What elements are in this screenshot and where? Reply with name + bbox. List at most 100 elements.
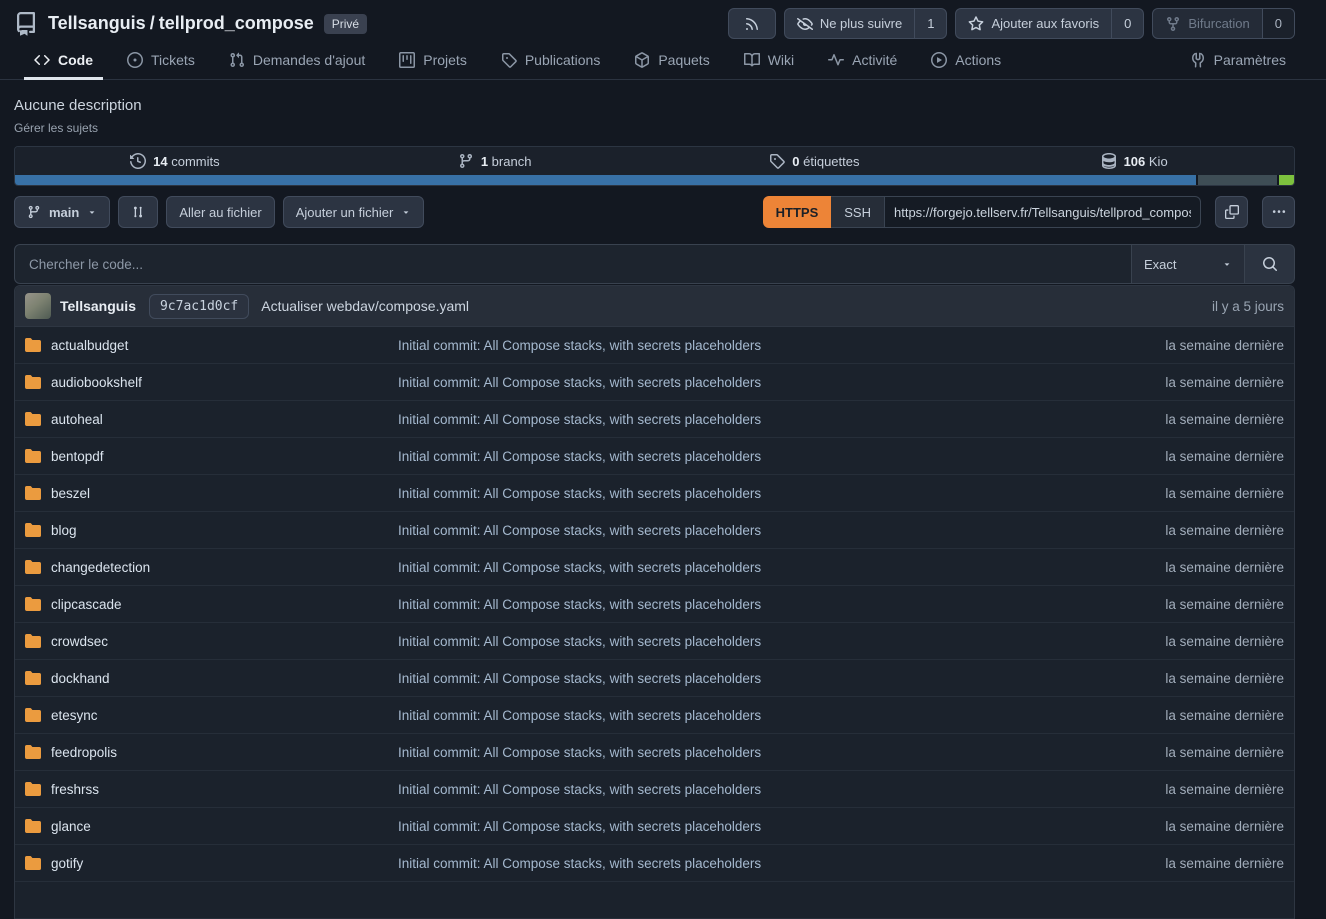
fork-button[interactable]: Bifurcation: [1153, 9, 1261, 38]
database-icon: [1101, 153, 1117, 169]
language-bar[interactable]: [15, 175, 1294, 185]
file-name-link[interactable]: audiobookshelf: [51, 375, 142, 390]
commits-label: commits: [171, 154, 219, 169]
folder-icon: [25, 781, 41, 797]
tab-code-label: Code: [58, 52, 93, 68]
file-toolbar: main Aller au fichier Ajouter un fichier…: [14, 196, 1295, 228]
file-commit-message-link[interactable]: Initial commit: All Compose stacks, with…: [398, 560, 1114, 575]
file-date: la semaine dernière: [1114, 449, 1284, 464]
file-date: la semaine dernière: [1114, 523, 1284, 538]
copy-url-button[interactable]: [1215, 196, 1248, 228]
file-commit-message-link[interactable]: Initial commit: All Compose stacks, with…: [398, 856, 1114, 871]
file-commit-message-link[interactable]: Initial commit: All Compose stacks, with…: [398, 634, 1114, 649]
branch-icon: [458, 153, 474, 169]
table-row: autoheal Initial commit: All Compose sta…: [15, 401, 1294, 438]
file-name-cell: bentopdf: [25, 448, 398, 464]
file-name-link[interactable]: crowdsec: [51, 634, 108, 649]
file-commit-message-link[interactable]: Initial commit: All Compose stacks, with…: [398, 745, 1114, 760]
avatar[interactable]: [25, 293, 51, 319]
rss-button[interactable]: [728, 8, 776, 39]
folder-icon: [25, 448, 41, 464]
file-name-cell: etesync: [25, 707, 398, 723]
file-name-link[interactable]: autoheal: [51, 412, 103, 427]
commit-sha-link[interactable]: 9c7ac1d0cf: [149, 294, 249, 319]
search-mode-select[interactable]: Exact: [1132, 244, 1245, 284]
file-commit-message-link[interactable]: Initial commit: All Compose stacks, with…: [398, 338, 1114, 353]
stat-tags[interactable]: 0 étiquettes: [655, 153, 975, 169]
table-row: changedetection Initial commit: All Comp…: [15, 549, 1294, 586]
chevron-down-icon: [87, 207, 97, 217]
language-segment-primary[interactable]: [15, 175, 1196, 185]
file-name-link[interactable]: feedropolis: [51, 745, 117, 760]
compare-button[interactable]: [118, 196, 158, 228]
repo-name-link[interactable]: tellprod_compose: [159, 13, 314, 33]
search-submit-button[interactable]: [1245, 244, 1295, 284]
stars-count[interactable]: 0: [1111, 9, 1143, 38]
forks-count[interactable]: 0: [1262, 9, 1294, 38]
file-name-link[interactable]: actualbudget: [51, 338, 128, 353]
commit-message-link[interactable]: Actualiser webdav/compose.yaml: [261, 298, 469, 314]
tab-packages[interactable]: Paquets: [624, 40, 719, 79]
tab-issues[interactable]: Tickets: [117, 40, 205, 79]
file-name-link[interactable]: gotify: [51, 856, 83, 871]
language-segment-tertiary[interactable]: [1279, 175, 1294, 185]
file-commit-message-link[interactable]: Initial commit: All Compose stacks, with…: [398, 708, 1114, 723]
clone-url-input[interactable]: [885, 196, 1201, 228]
tab-pull-requests[interactable]: Demandes d'ajout: [219, 40, 375, 79]
more-options-button[interactable]: [1262, 196, 1295, 228]
watch-button-group: Ne plus suivre 1: [784, 8, 948, 39]
file-commit-message-link[interactable]: Initial commit: All Compose stacks, with…: [398, 523, 1114, 538]
tab-activity-label: Activité: [852, 52, 897, 68]
branch-selector[interactable]: main: [14, 196, 110, 228]
tab-wiki[interactable]: Wiki: [734, 40, 804, 79]
watchers-count[interactable]: 1: [914, 9, 946, 38]
tab-settings[interactable]: Paramètres: [1180, 40, 1296, 79]
file-commit-message-link[interactable]: Initial commit: All Compose stacks, with…: [398, 449, 1114, 464]
ssh-toggle-button[interactable]: SSH: [831, 196, 885, 228]
file-name-link[interactable]: etesync: [51, 708, 98, 723]
file-name-link[interactable]: clipcascade: [51, 597, 122, 612]
tab-code[interactable]: Code: [24, 40, 103, 79]
tab-wiki-label: Wiki: [768, 52, 794, 68]
tab-activity[interactable]: Activité: [818, 40, 907, 79]
file-commit-message-link[interactable]: Initial commit: All Compose stacks, with…: [398, 819, 1114, 834]
tab-actions[interactable]: Actions: [921, 40, 1011, 79]
https-toggle-button[interactable]: HTTPS: [763, 196, 832, 228]
stat-commits[interactable]: 14 commits: [15, 153, 335, 169]
stat-size[interactable]: 106 Kio: [974, 153, 1294, 169]
manage-topics-link[interactable]: Gérer les sujets: [14, 121, 1295, 135]
file-name-link[interactable]: bentopdf: [51, 449, 104, 464]
file-name-link[interactable]: glance: [51, 819, 91, 834]
repo-header: Tellsanguis/tellprod_compose Privé Ne pl…: [14, 0, 1295, 34]
folder-icon: [25, 744, 41, 760]
file-name-link[interactable]: beszel: [51, 486, 90, 501]
file-commit-message-link[interactable]: Initial commit: All Compose stacks, with…: [398, 412, 1114, 427]
tab-releases[interactable]: Publications: [491, 40, 611, 79]
file-name-link[interactable]: freshrss: [51, 782, 99, 797]
goto-file-button[interactable]: Aller au fichier: [166, 196, 274, 228]
tab-pull-requests-label: Demandes d'ajout: [253, 52, 365, 68]
language-segment-secondary[interactable]: [1198, 175, 1277, 185]
star-button[interactable]: Ajouter aux favoris: [956, 9, 1111, 38]
star-label: Ajouter aux favoris: [991, 16, 1099, 31]
file-name-cell: blog: [25, 522, 398, 538]
code-search-input[interactable]: [14, 244, 1132, 284]
file-date: la semaine dernière: [1114, 597, 1284, 612]
folder-icon: [25, 337, 41, 353]
repo-owner-link[interactable]: Tellsanguis: [48, 13, 146, 33]
stat-branches[interactable]: 1 branch: [335, 153, 655, 169]
file-name-link[interactable]: dockhand: [51, 671, 110, 686]
tab-projects[interactable]: Projets: [389, 40, 477, 79]
file-commit-message-link[interactable]: Initial commit: All Compose stacks, with…: [398, 375, 1114, 390]
unwatch-button[interactable]: Ne plus suivre: [785, 9, 914, 38]
file-commit-message-link[interactable]: Initial commit: All Compose stacks, with…: [398, 782, 1114, 797]
add-file-button[interactable]: Ajouter un fichier: [283, 196, 425, 228]
file-name-link[interactable]: blog: [51, 523, 77, 538]
file-name-link[interactable]: changedetection: [51, 560, 150, 575]
file-commit-message-link[interactable]: Initial commit: All Compose stacks, with…: [398, 671, 1114, 686]
commit-author-link[interactable]: Tellsanguis: [60, 298, 136, 314]
size-label: Kio: [1149, 154, 1168, 169]
file-name-cell: actualbudget: [25, 337, 398, 353]
file-commit-message-link[interactable]: Initial commit: All Compose stacks, with…: [398, 486, 1114, 501]
file-commit-message-link[interactable]: Initial commit: All Compose stacks, with…: [398, 597, 1114, 612]
